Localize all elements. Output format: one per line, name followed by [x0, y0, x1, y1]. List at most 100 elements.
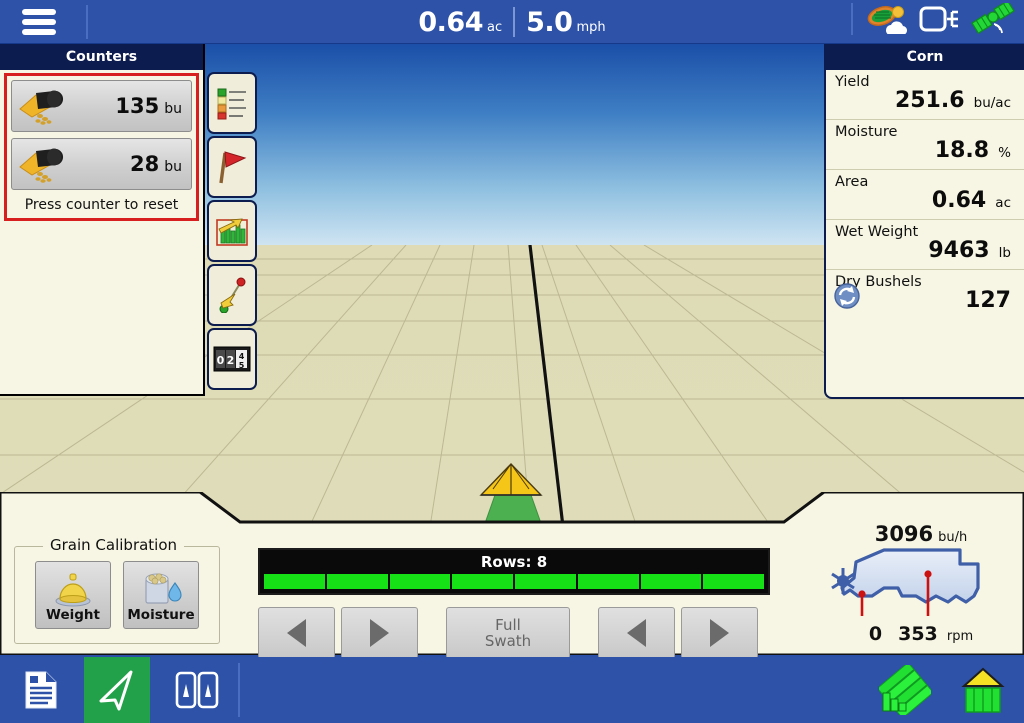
grain-calibration-title: Grain Calibration: [43, 536, 185, 554]
stat-yield[interactable]: Yield 251.6 bu/ac: [826, 70, 1024, 120]
counter-2-value: 28: [130, 152, 160, 176]
stat-dry-bushels-value-group: 127: [835, 288, 1015, 313]
counter-row-2[interactable]: 28 bu: [11, 138, 192, 190]
rpm-value-right-group: 353 rpm: [898, 623, 973, 645]
nav-reports-icon: [25, 671, 57, 709]
bottom-nav-bar: [0, 657, 1024, 723]
svg-text:2: 2: [227, 354, 235, 367]
row-segment: [389, 574, 451, 589]
sidebar-item-ab-line[interactable]: [207, 264, 257, 326]
bottom-panel-content: Grain Calibration Weight Moisture Rows: …: [0, 514, 1024, 659]
nav-split-view-button[interactable]: [164, 657, 230, 723]
machine-rpm-widget[interactable]: 3096 bu/h 0 353 rpm: [828, 522, 1014, 650]
row-segment: [264, 574, 325, 589]
sidebar-item-odometer[interactable]: 0 2 4 5: [207, 328, 257, 390]
nav-yield-map-icon: [879, 665, 931, 715]
stat-yield-value: 251.6: [894, 88, 965, 113]
swath-right-increase-button[interactable]: [681, 607, 758, 659]
counter-2-value-group: 28 bu: [130, 152, 182, 176]
moisture-calibration-label: Moisture: [127, 607, 195, 623]
rpm-value-left: 0: [868, 623, 883, 645]
full-swath-button[interactable]: Full Swath: [446, 607, 570, 659]
combine-outline-icon: [831, 548, 980, 616]
speed-value: 5.0: [526, 6, 573, 38]
weather-satellite-icon[interactable]: [866, 4, 910, 34]
grain-flow-value: 3096: [874, 522, 934, 546]
stat-dry-bushels[interactable]: Dry Bushels 127: [826, 270, 1024, 319]
stat-moisture-unit: %: [998, 145, 1011, 161]
counter-row-1[interactable]: 135 bu: [11, 80, 192, 132]
nav-divider: [238, 663, 240, 717]
rows-label: Rows: 8: [480, 553, 548, 571]
svg-text:4: 4: [239, 352, 245, 361]
rpm-readouts: 0 353 rpm: [828, 623, 1014, 645]
rpm-value-right: 353: [898, 623, 938, 645]
grain-calibration-group: Grain Calibration Weight Moisture: [14, 536, 220, 644]
speed-readout: 5.0 mph: [526, 7, 606, 38]
swath-right-decrease-button[interactable]: [598, 607, 675, 659]
row-segment: [326, 574, 388, 589]
arrow-right-icon: [370, 619, 389, 647]
row-segment: [452, 574, 513, 589]
stat-area-value: 0.64: [931, 188, 987, 213]
stat-area-unit: ac: [995, 195, 1011, 211]
topbar-status-icons: [851, 3, 1016, 35]
row-segment: [640, 574, 702, 589]
counters-panel-title: Counters: [0, 44, 203, 70]
svg-text:5: 5: [239, 361, 245, 370]
counter-1-value-group: 135 bu: [115, 94, 182, 118]
weight-calibration-label: Weight: [46, 607, 100, 623]
nav-yield-map-button[interactable]: [872, 657, 938, 723]
stat-moisture[interactable]: Moisture 18.8 %: [826, 120, 1024, 170]
topbar-divider-right: [851, 3, 853, 35]
counter-2-unit: bu: [164, 159, 182, 175]
display-connection-icon[interactable]: [919, 4, 961, 34]
nav-map-guidance-icon: [99, 670, 133, 711]
stat-wet-weight-value-group: 9463 lb: [835, 238, 1015, 263]
stat-wet-weight-value: 9463: [928, 238, 990, 263]
grain-flow-unit: bu/h: [938, 530, 968, 545]
sidebar-item-legend[interactable]: [207, 72, 257, 134]
ab-line-icon: [219, 277, 246, 313]
yield-chart-icon: [216, 218, 248, 246]
swath-left-increase-button[interactable]: [341, 607, 418, 659]
nav-grain-bin-icon: [961, 667, 1005, 713]
sidebar-item-yield-map[interactable]: [207, 200, 257, 262]
swath-buttons-row: Full Swath: [258, 607, 770, 659]
stat-moisture-value: 18.8: [934, 138, 990, 163]
stat-yield-unit: bu/ac: [973, 95, 1011, 111]
bottom-control-panel: Grain Calibration Weight Moisture Rows: …: [0, 492, 1024, 659]
arrow-left-icon: [287, 619, 306, 647]
swath-left-decrease-button[interactable]: [258, 607, 335, 659]
counters-highlight-box: 135 bu 28 bu Press counter to reset: [4, 73, 199, 221]
arrow-right-icon: [710, 619, 729, 647]
stat-area[interactable]: Area 0.64 ac: [826, 170, 1024, 220]
svg-text:0: 0: [217, 354, 225, 367]
stat-wet-weight[interactable]: Wet Weight 9463 lb: [826, 220, 1024, 270]
left-panel-bottom-bevel: [178, 396, 318, 506]
refresh-icon[interactable]: [834, 283, 860, 313]
swath-rows-indicator: Rows: 8: [258, 548, 770, 595]
weight-calibration-button[interactable]: Weight: [35, 561, 111, 629]
stat-wet-weight-unit: lb: [998, 245, 1011, 261]
grain-calibration-buttons: Weight Moisture: [15, 547, 219, 629]
rows-bar: Rows: 8: [258, 548, 770, 595]
row-segment: [577, 574, 639, 589]
stat-moisture-value-group: 18.8 %: [835, 138, 1015, 163]
sidebar-item-flag[interactable]: [207, 136, 257, 198]
rpm-unit: rpm: [946, 629, 974, 644]
weight-scale-icon: [55, 573, 91, 607]
nav-map-guidance-button[interactable]: [84, 657, 150, 723]
moisture-calibration-button[interactable]: Moisture: [123, 561, 199, 629]
full-swath-line-1: Full: [495, 615, 521, 634]
crop-panel-title: Corn: [826, 44, 1024, 70]
map-tool-sidebar: 0 2 4 5: [207, 72, 257, 392]
gps-signal-icon[interactable]: [970, 3, 1016, 35]
arrow-left-icon: [627, 619, 646, 647]
stat-dry-bushels-value: 127: [965, 288, 1011, 313]
nav-reports-button[interactable]: [8, 657, 74, 723]
readout-divider: [513, 7, 516, 37]
moisture-bucket-icon: [145, 573, 182, 604]
nav-grain-bin-button[interactable]: [950, 657, 1016, 723]
area-value: 0.64: [418, 6, 483, 38]
